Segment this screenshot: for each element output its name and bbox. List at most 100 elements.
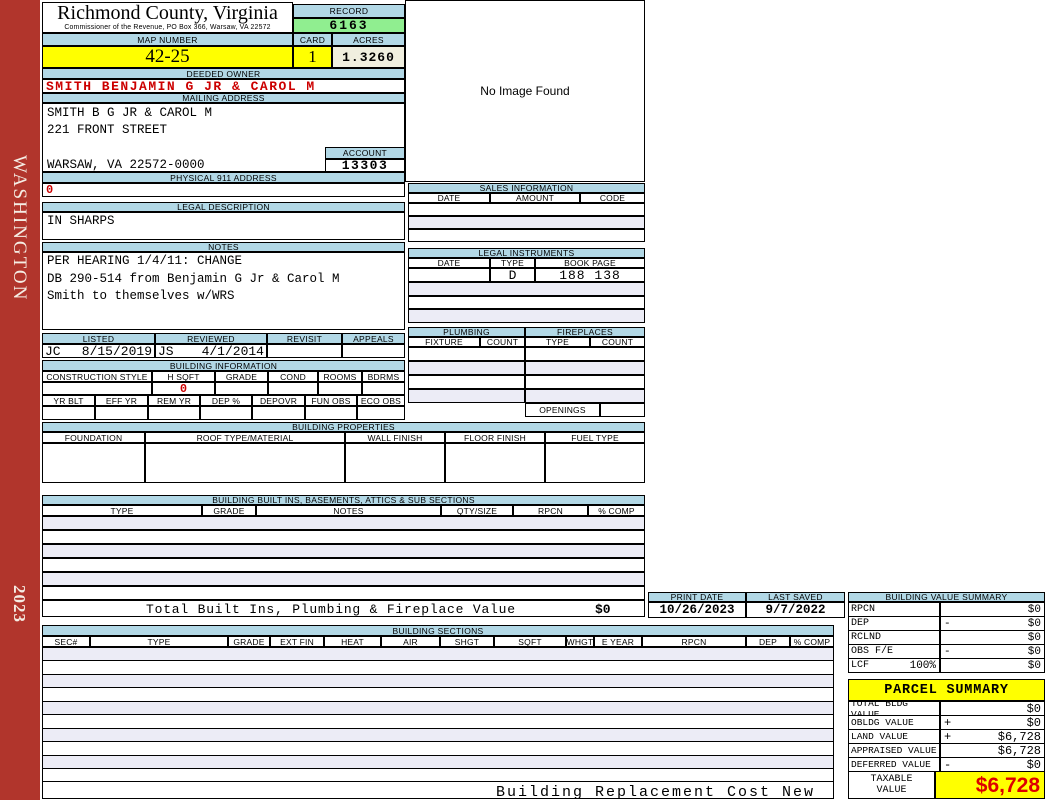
building-value-summary-header: BUILDING VALUE SUMMARY [848,592,1045,602]
cond-value [268,382,318,395]
building-sections-header: BUILDING SECTIONS [42,625,834,636]
wall-finish-header: WALL FINISH [345,432,445,443]
deppct-value [200,406,252,420]
revisit-header: REVISIT [267,333,342,344]
fixture-header: FIXTURE [408,337,480,347]
sales-date-header: DATE [408,193,490,203]
bvs-rpcn-value-cell: $0 [940,602,1045,617]
plumbing-row [408,375,525,389]
print-date-header: PRINT DATE [648,592,746,602]
fireplace-row [525,361,645,375]
building-properties-header: BUILDING PROPERTIES [42,422,645,432]
print-date-value: 10/26/2023 [648,602,746,618]
yrblt-header: YR BLT [42,395,95,406]
property-record-card: WASHINGTON 2023 Richmond County, Virgini… [0,0,1050,800]
card-header: CARD [293,33,332,46]
sales-code-header: CODE [580,193,645,203]
ecoobs-header: ECO OBS [357,395,405,406]
acres-value: 1.3260 [332,46,405,68]
mailing-line-2: 221 FRONT STREET [47,123,168,137]
floor-finish-value [445,443,545,483]
last-saved-header: LAST SAVED [746,592,845,602]
building-section-row [42,687,834,702]
foundation-value [42,443,145,483]
notes-box: PER HEARING 1/4/11: CHANGE DB 290-514 fr… [42,252,405,330]
bs-type-header: TYPE [90,636,228,647]
deeded-owner-value: SMITH BENJAMIN G JR & CAROL M [42,79,405,94]
building-sections-footer-row: Building Replacement Cost New [42,781,834,800]
roof-value [145,443,345,483]
ps-appraised-value-cell: $6,728 [940,743,1045,758]
rooms-value [318,382,362,395]
bdrms-header: BDRMS [362,371,405,382]
roof-header: ROOF TYPE/MATERIAL [145,432,345,443]
construction-style-header: CONSTRUCTION STYLE [42,371,152,382]
plumbing-count-header: COUNT [480,337,525,347]
appeals-value [342,344,405,358]
wall-finish-value [345,443,445,483]
effyr-header: EFF YR [95,395,148,406]
bi-qty-header: QTY/SIZE [441,505,513,516]
sidebar-district-label: WASHINGTON [9,155,30,302]
bvs-obs-label: OBS F/E [848,644,940,659]
fireplace-count-header: COUNT [590,337,645,347]
building-section-row [42,714,834,729]
built-ins-total-label: Total Built Ins, Plumbing & Fireplace Va… [146,602,516,617]
li-row-book: 188 138 [535,268,645,283]
physical-911-value: 0 [42,183,405,197]
depovr-value [252,406,305,420]
ps-obldg-value: $0 [1026,715,1041,730]
mailing-line-1: SMITH B G JR & CAROL M [47,106,213,120]
built-ins-row [42,558,645,572]
mailing-address-header: MAILING ADDRESS [42,93,405,103]
built-ins-row [42,530,645,544]
ps-land-label: LAND VALUE [848,729,940,744]
ps-deferred-op: - [944,757,952,772]
li-date-header: DATE [408,258,490,268]
bvs-lcf-value: $0 [1027,659,1041,672]
legal-description-header: LEGAL DESCRIPTION [42,202,405,212]
ps-deferred-label: DEFERRED VALUE [848,757,940,772]
building-section-row [42,768,834,782]
bs-whgt-header: WHGT [566,636,594,647]
last-saved-value: 9/7/2022 [746,602,845,618]
bs-grade-header: GRADE [228,636,270,647]
ps-land-value: $6,728 [997,729,1041,744]
bvs-rclnd-value: $0 [1027,631,1041,644]
ps-appraised-label: APPRAISED VALUE [848,743,940,758]
plumbing-header: PLUMBING [408,327,525,337]
hsqft-value: 0 [152,382,215,396]
mailing-line-3: WARSAW, VA 22572-0000 [47,158,205,172]
fireplace-row [525,347,645,361]
bvs-rclnd-label: RCLND [848,630,940,645]
sales-row [408,229,645,242]
legal-description-value: IN SHARPS [42,212,405,240]
bs-air-header: AIR [381,636,440,647]
hsqft-header: H SQFT [152,371,215,382]
no-image-text: No Image Found [480,84,570,98]
taxable-value-label: TAXABLE VALUE [848,771,935,799]
sales-row [408,203,645,216]
bvs-lcf-value-cell: $0 [940,658,1045,673]
bs-extfin-header: EXT FIN [270,636,324,647]
sales-row [408,216,645,229]
openings-label: OPENINGS [525,403,600,417]
account-value: 13303 [325,158,405,173]
built-ins-row [42,572,645,586]
deppct-header: DEP % [200,395,252,406]
li-type-header: TYPE [490,258,535,268]
map-number-value: 42-25 [42,46,293,68]
bi-grade-header: GRADE [202,505,256,516]
ps-obldg-label: OBLDG VALUE [848,715,940,730]
ps-total-bldg-value-cell: $0 [940,701,1045,716]
sales-information-header: SALES INFORMATION [408,183,645,193]
bs-rpcn-header: RPCN [642,636,746,647]
map-number-header: MAP NUMBER [42,33,293,46]
notes-line-3: Smith to themselves w/WRS [47,289,235,303]
notes-line-2: DB 290-514 from Benjamin G Jr & Carol M [47,271,340,286]
built-ins-total-value: $0 [595,602,611,617]
depovr-header: DEPOVR [252,395,305,406]
bs-heat-header: HEAT [324,636,381,647]
bvs-rpcn-label: RPCN [848,602,940,617]
grade-header: GRADE [215,371,268,382]
